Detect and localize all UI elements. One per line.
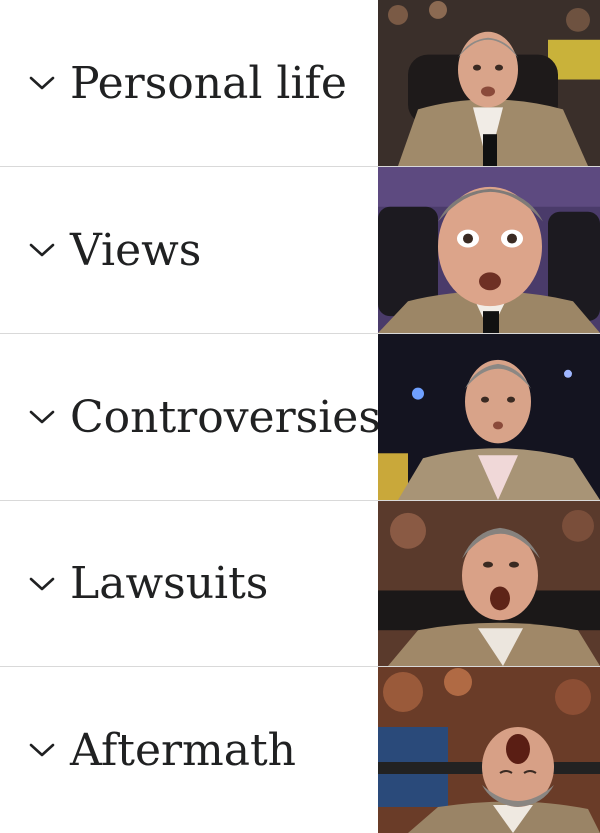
meme-row-lawsuits: Lawsuits [0,501,600,667]
section-label: Aftermath [70,724,297,776]
meme-row-personal-life: Personal life [0,0,600,167]
section-header-aftermath[interactable]: Aftermath [0,667,378,833]
reaction-photo-1 [378,0,600,166]
chevron-down-icon [26,239,58,261]
chevron-down-icon [26,739,58,761]
meme-row-aftermath: Aftermath [0,667,600,833]
chevron-down-icon [26,573,58,595]
section-header-controversies[interactable]: Controversies [0,334,381,500]
section-header-personal-life[interactable]: Personal life [0,0,378,166]
chevron-down-icon [26,72,58,94]
reaction-photo-3 [378,334,600,500]
reaction-photo-2 [378,167,600,333]
section-label: Personal life [70,57,347,109]
chevron-down-icon [26,406,58,428]
meme-row-controversies: Controversies [0,334,600,501]
section-label: Controversies [70,391,381,443]
reaction-photo-5 [378,667,600,833]
section-label: Lawsuits [70,558,269,609]
meme-row-views: Views [0,167,600,334]
section-header-views[interactable]: Views [0,167,378,333]
meme-container: Personal life Views Controversies Lawsui… [0,0,600,833]
section-label: Views [70,224,202,276]
reaction-photo-4 [378,501,600,666]
section-header-lawsuits[interactable]: Lawsuits [0,501,378,666]
